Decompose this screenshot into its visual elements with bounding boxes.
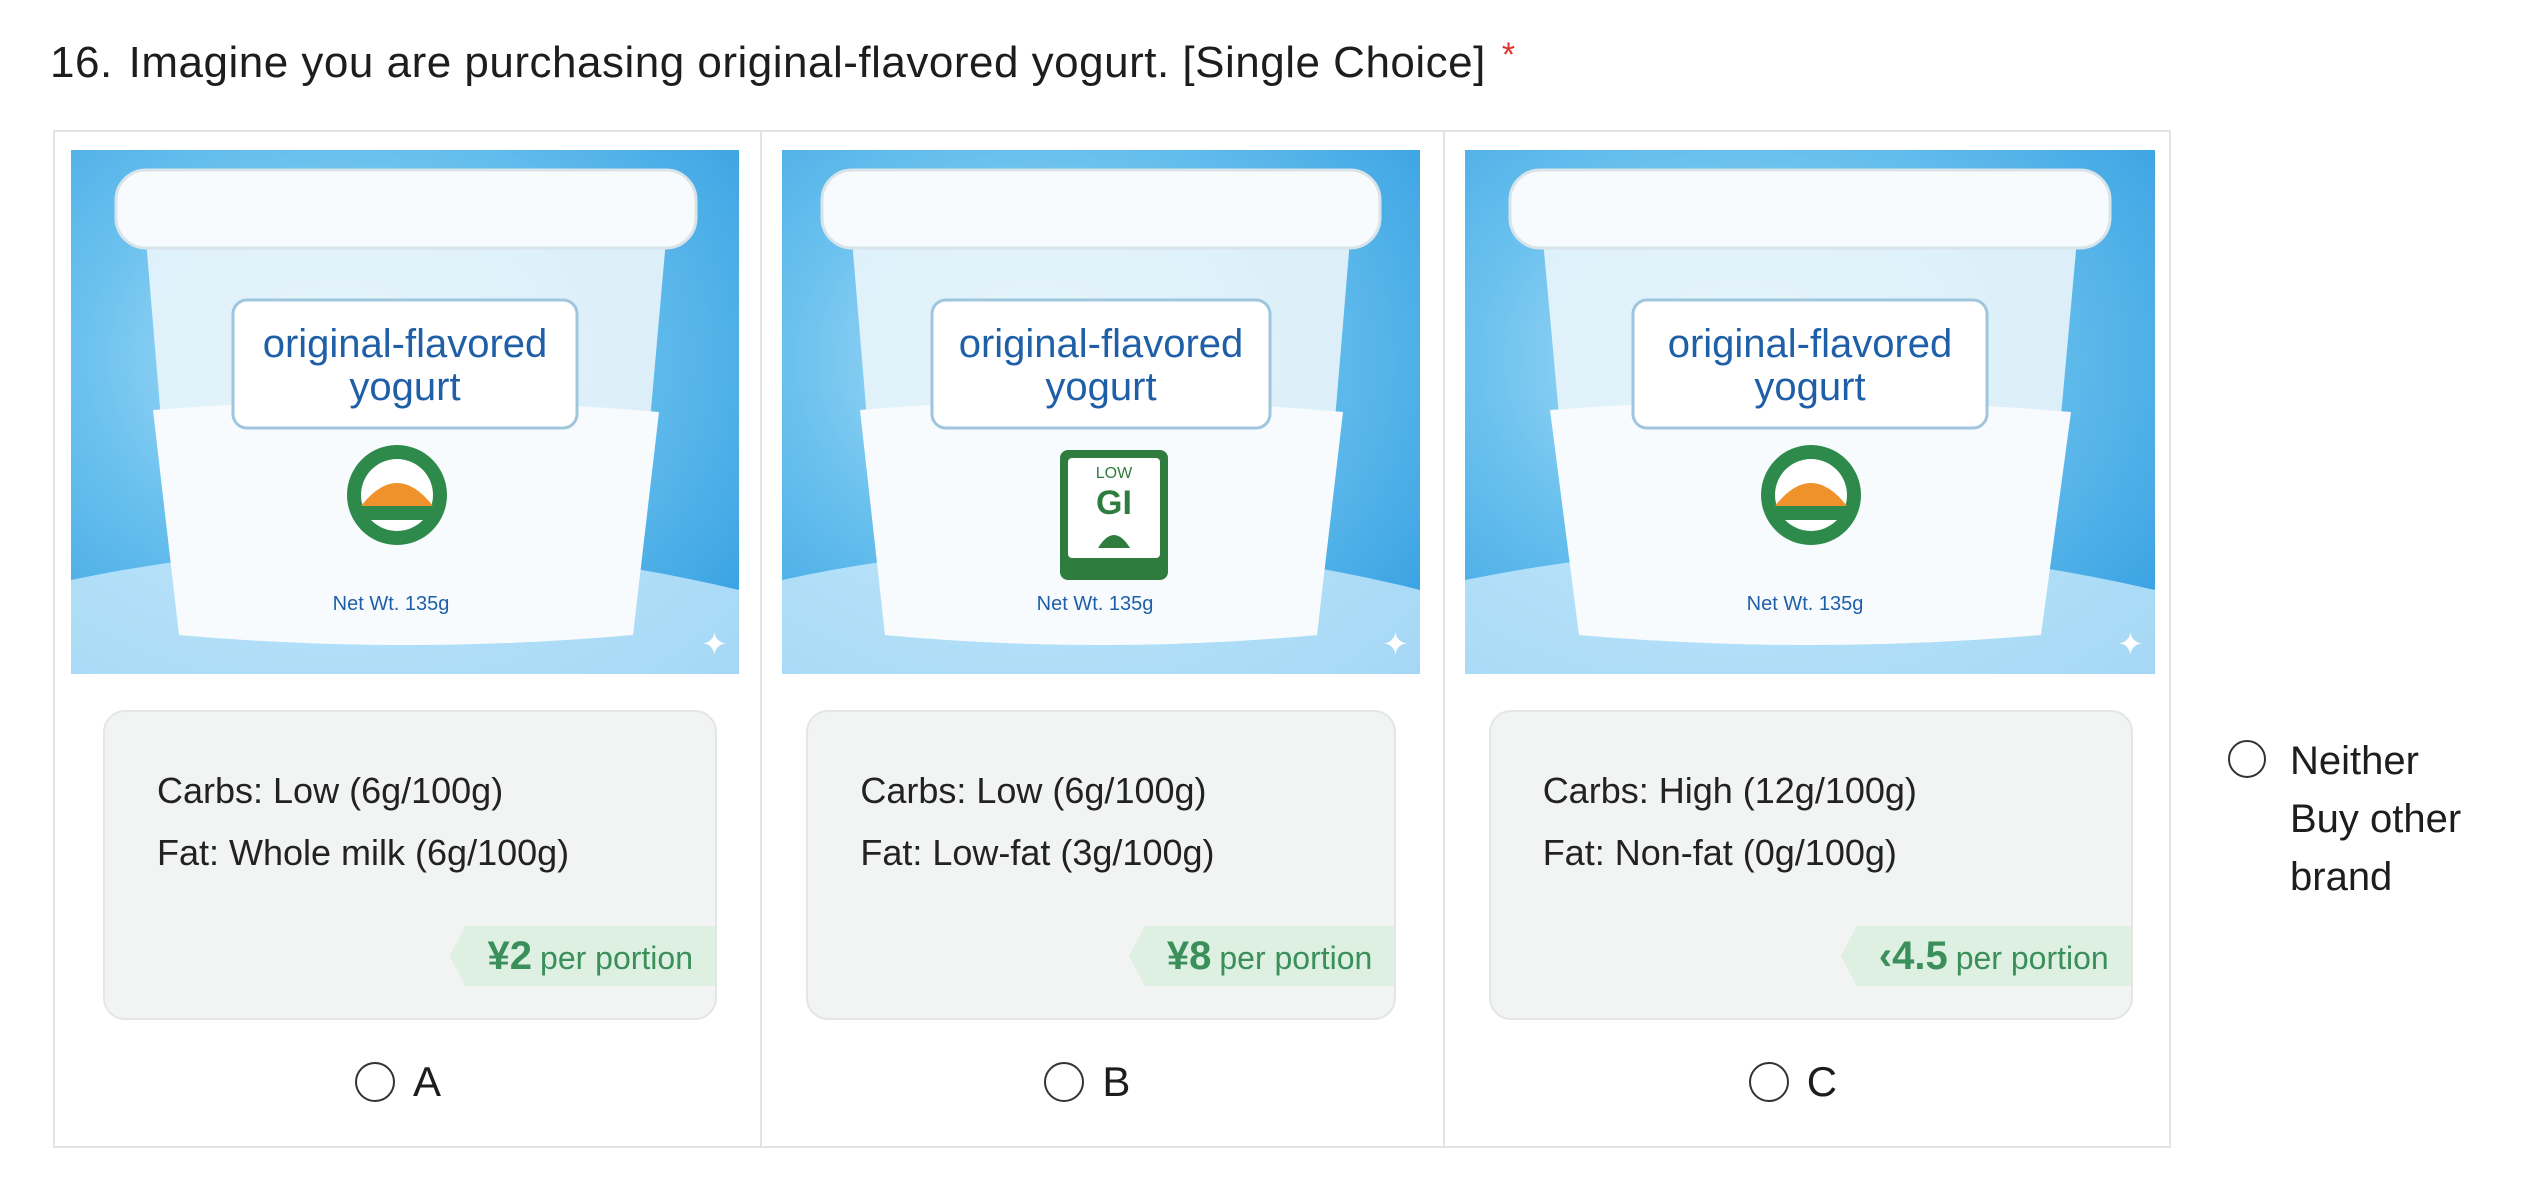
product-image: original-flavored yogurt Net Wt. 135g ✦ [1464,150,2155,674]
sparkle-icon: ✦ [2117,625,2144,663]
question-title: 16. Imagine you are purchasing original-… [50,35,1516,88]
price-tag: ¥2 per portion [449,926,715,986]
carbs-text: Carbs: Low (6g/100g) [157,770,504,811]
required-marker: * [1501,35,1516,74]
price-unit: per portion [1955,940,2109,976]
sparkle-icon: ✦ [701,625,728,663]
product-name-line2: yogurt [349,365,460,409]
option-label: A [413,1058,442,1105]
radio-circle-icon[interactable] [1748,1062,1789,1102]
neither-option-label: Neither Buy other brand [2290,732,2461,906]
radio-circle-icon[interactable] [1044,1062,1085,1102]
price-tag: ¥8 per portion [1128,926,1395,986]
question-text: Imagine you are purchasing original-flav… [128,38,1486,87]
low-gi-certified-icon: LOW GI [1060,450,1169,580]
radio-circle-icon[interactable] [355,1062,395,1102]
price-amount: ¥8 [1166,934,1212,978]
neither-line1: Neither [2290,739,2419,783]
option-c-radio[interactable]: C [1748,1058,1838,1106]
price-unit: per portion [540,940,693,976]
fat-text: Fat: Whole milk (6g/100g) [157,832,570,873]
badge-text-low: LOW [1096,465,1133,482]
option-card-c: original-flavored yogurt Net Wt. 135g ✦ … [1445,132,2169,1146]
net-weight: Net Wt. 135g [1037,593,1154,615]
badge-text-gi: GI [1096,484,1132,522]
question-number: 16. [50,38,113,87]
product-name-line2: yogurt [1754,365,1865,409]
attribute-card: Carbs: High (12g/100g) Fat: Non-fat (0g/… [1488,710,2133,1020]
radio-circle-icon[interactable] [2228,740,2266,778]
option-card-b: original-flavored yogurt LOW GI Net Wt. … [762,132,1445,1146]
carbs-text: Carbs: Low (6g/100g) [860,770,1207,811]
neither-line3: brand [2290,855,2393,899]
price-amount: ‹4.5 [1878,934,1948,978]
option-label: C [1806,1058,1838,1105]
product-image: original-flavored yogurt Net Wt. 135g ✦ [71,150,739,674]
yogurt-cup-illustration: original-flavored yogurt Net Wt. 135g ✦ [71,168,739,674]
yogurt-cup-illustration: original-flavored yogurt Net Wt. 135g ✦ [1464,168,2155,674]
product-image: original-flavored yogurt LOW GI Net Wt. … [782,150,1421,674]
sparkle-icon: ✦ [1382,625,1409,663]
option-a-radio[interactable]: A [355,1058,441,1106]
price-tag: ‹4.5 per portion [1840,926,2131,986]
yogurt-cup-illustration: original-flavored yogurt LOW GI Net Wt. … [782,168,1421,674]
choice-grid: original-flavored yogurt Net Wt. 135g ✦ … [53,130,2171,1148]
option-label: B [1102,1058,1131,1105]
attribute-card: Carbs: Low (6g/100g) Fat: Low-fat (3g/10… [806,710,1397,1020]
product-name-line1: original-flavored [1667,322,1952,366]
organic-certification-icon [1760,445,1861,545]
fat-text: Fat: Low-fat (3g/100g) [860,832,1215,873]
carbs-text: Carbs: High (12g/100g) [1542,770,1917,811]
attribute-card: Carbs: Low (6g/100g) Fat: Whole milk (6g… [103,710,717,1020]
fat-text: Fat: Non-fat (0g/100g) [1542,832,1897,873]
neither-line2: Buy other [2290,797,2462,841]
product-name-line1: original-flavored [959,322,1244,366]
product-name-line1: original-flavored [263,322,548,366]
organic-certification-icon [347,445,447,545]
price-unit: per portion [1219,940,1373,976]
option-b-radio[interactable]: B [1044,1058,1130,1106]
product-name-line2: yogurt [1046,365,1157,409]
net-weight: Net Wt. 135g [1746,593,1863,615]
option-card-a: original-flavored yogurt Net Wt. 135g ✦ … [55,132,763,1146]
price-amount: ¥2 [487,934,533,978]
net-weight: Net Wt. 135g [333,593,450,615]
